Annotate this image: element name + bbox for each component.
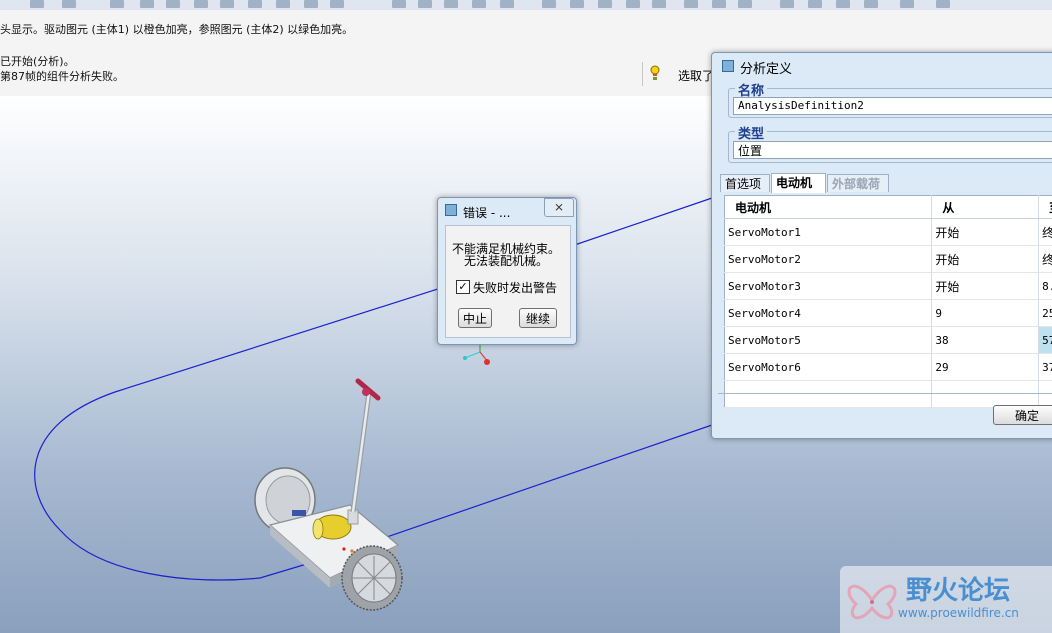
table-row[interactable]: ServoMotor2 开始 终 (724, 245, 1052, 273)
checkbox-label: 失败时发出警告 (473, 281, 558, 295)
to-cell[interactable]: 终 (1038, 218, 1052, 246)
toolbar-icon[interactable] (62, 0, 76, 8)
watermark-url: www.proewildfire.cn (898, 606, 1019, 620)
table-row[interactable]: ServoMotor1 开始 终 (724, 218, 1052, 246)
table-row[interactable]: ServoMotor3 开始 8. (724, 272, 1052, 300)
tab-external-loads: 外部载荷 (827, 174, 889, 192)
toolbar-icon[interactable] (500, 0, 514, 8)
to-cell[interactable]: 25 (1038, 299, 1052, 327)
table-row[interactable]: ServoMotor4 9 25 (724, 299, 1052, 327)
toolbar-icon[interactable] (598, 0, 612, 8)
table-row-empty (724, 380, 1052, 408)
motor-cell[interactable]: ServoMotor5 (724, 326, 933, 354)
toolbar-icon[interactable] (864, 0, 878, 8)
error-dialog: 错误 - ... ⨯ 不能满足机械约束。 无法装配机械。 ✓ 失败时发出警告 中… (437, 197, 577, 345)
motor-cell[interactable]: ServoMotor6 (724, 353, 933, 381)
continue-button[interactable]: 继续 (519, 308, 557, 328)
dialog-app-icon (445, 204, 457, 216)
message-line: 第87帧的组件分析失败。 (0, 70, 124, 83)
selection-label: 选取了 (678, 69, 715, 83)
toolbar-icon[interactable] (330, 0, 344, 8)
from-cell[interactable]: 开始 (931, 218, 1040, 246)
type-legend: 类型 (735, 123, 768, 142)
tab-preferences[interactable]: 首选项 (720, 174, 770, 192)
dialog-app-icon (722, 60, 734, 72)
toolbar-icon[interactable] (542, 0, 556, 8)
table-header-row: 电动机 从 至 (724, 195, 1052, 219)
motor-table: 电动机 从 至 ServoMotor1 开始 终 ServoMotor2 开始 … (724, 195, 1052, 408)
motion-path (34, 197, 713, 581)
name-group: 名称 (728, 80, 1052, 118)
status-light-icon[interactable] (650, 65, 660, 81)
column-header-to[interactable]: 至 (1038, 195, 1052, 219)
butterfly-logo-icon (847, 584, 897, 620)
motor-cell[interactable]: ServoMotor2 (724, 245, 933, 273)
toolbar-icon[interactable] (444, 0, 458, 8)
table-row[interactable]: ServoMotor5 38 57 (724, 326, 1052, 354)
warn-on-fail-checkbox[interactable]: ✓ (456, 280, 470, 294)
from-cell[interactable]: 38 (931, 326, 1040, 354)
dialog-title: 分析定义 (740, 62, 793, 77)
toolbar-icon[interactable] (684, 0, 698, 8)
column-header-motor[interactable]: 电动机 (724, 195, 933, 219)
dialog-body: 不能满足机械约束。 无法装配机械。 ✓ 失败时发出警告 中止 继续 (445, 225, 571, 338)
dialog-divider (718, 393, 1052, 394)
toolbar-icon[interactable] (570, 0, 584, 8)
to-cell[interactable]: 57 (1038, 326, 1052, 354)
toolbar-icon[interactable] (652, 0, 666, 8)
toolbar-icon[interactable] (780, 0, 794, 8)
to-cell[interactable]: 37 (1038, 353, 1052, 381)
analysis-type-select[interactable]: 位置 (733, 141, 1052, 159)
toolbar-icon[interactable] (304, 0, 318, 8)
to-cell[interactable]: 8. (1038, 272, 1052, 300)
toolbar-icon[interactable] (248, 0, 262, 8)
watermark-logo: 野火论坛 www.proewildfire.cn (840, 566, 1052, 633)
toolbar-icon[interactable] (220, 0, 234, 8)
analysis-name-input[interactable] (733, 97, 1052, 115)
motor-cell[interactable]: ServoMotor1 (724, 218, 933, 246)
motor-cell[interactable]: ServoMotor4 (724, 299, 933, 327)
from-cell[interactable]: 开始 (931, 245, 1040, 273)
type-group: 类型 位置 (728, 123, 1052, 163)
toolbar-icon[interactable] (276, 0, 290, 8)
ok-button[interactable]: 确定 (993, 405, 1052, 425)
toolbar-icon[interactable] (472, 0, 486, 8)
abort-button[interactable]: 中止 (458, 308, 492, 328)
toolbar-icon[interactable] (738, 0, 752, 8)
toolbar-icon[interactable] (392, 0, 406, 8)
toolbar-icon[interactable] (30, 0, 44, 8)
toolbar-icon[interactable] (626, 0, 640, 8)
watermark-title: 野火论坛 (906, 576, 1011, 606)
tab-motors[interactable]: 电动机 (771, 173, 826, 193)
close-button[interactable]: ⨯ (544, 198, 574, 217)
toolbar-icon[interactable] (110, 0, 124, 8)
toolbar-icon[interactable] (194, 0, 208, 8)
toolbar-icon[interactable] (712, 0, 726, 8)
toolbar-icon[interactable] (936, 0, 950, 8)
toolbar-icon[interactable] (166, 0, 180, 8)
table-row[interactable]: ServoMotor6 29 37 (724, 353, 1052, 381)
scooter-model (254, 378, 403, 611)
toolbar-icon[interactable] (900, 0, 914, 8)
message-line: 头显示。驱动图元 (主体1) 以橙色加亮，参照图元 (主体2) 以绿色加亮。 (0, 23, 354, 36)
from-cell[interactable]: 开始 (931, 272, 1040, 300)
toolbar-icon[interactable] (418, 0, 432, 8)
toolbar-icon[interactable] (836, 0, 850, 8)
error-message-line: 无法装配机械。 (464, 254, 549, 268)
dialog-title: 错误 - ... (463, 206, 511, 220)
message-line: 已开始(分析)。 (0, 55, 75, 68)
to-cell[interactable]: 终 (1038, 245, 1052, 273)
analysis-definition-dialog: 分析定义 名称 类型 位置 首选项 电动机 外部载荷 电动机 从 至 Servo… (711, 52, 1052, 439)
toolbar-icon[interactable] (140, 0, 154, 8)
motor-cell[interactable]: ServoMotor3 (724, 272, 933, 300)
from-cell[interactable]: 9 (931, 299, 1040, 327)
from-cell[interactable]: 29 (931, 353, 1040, 381)
column-header-from[interactable]: 从 (931, 195, 1040, 219)
toolbar-icon[interactable] (808, 0, 822, 8)
